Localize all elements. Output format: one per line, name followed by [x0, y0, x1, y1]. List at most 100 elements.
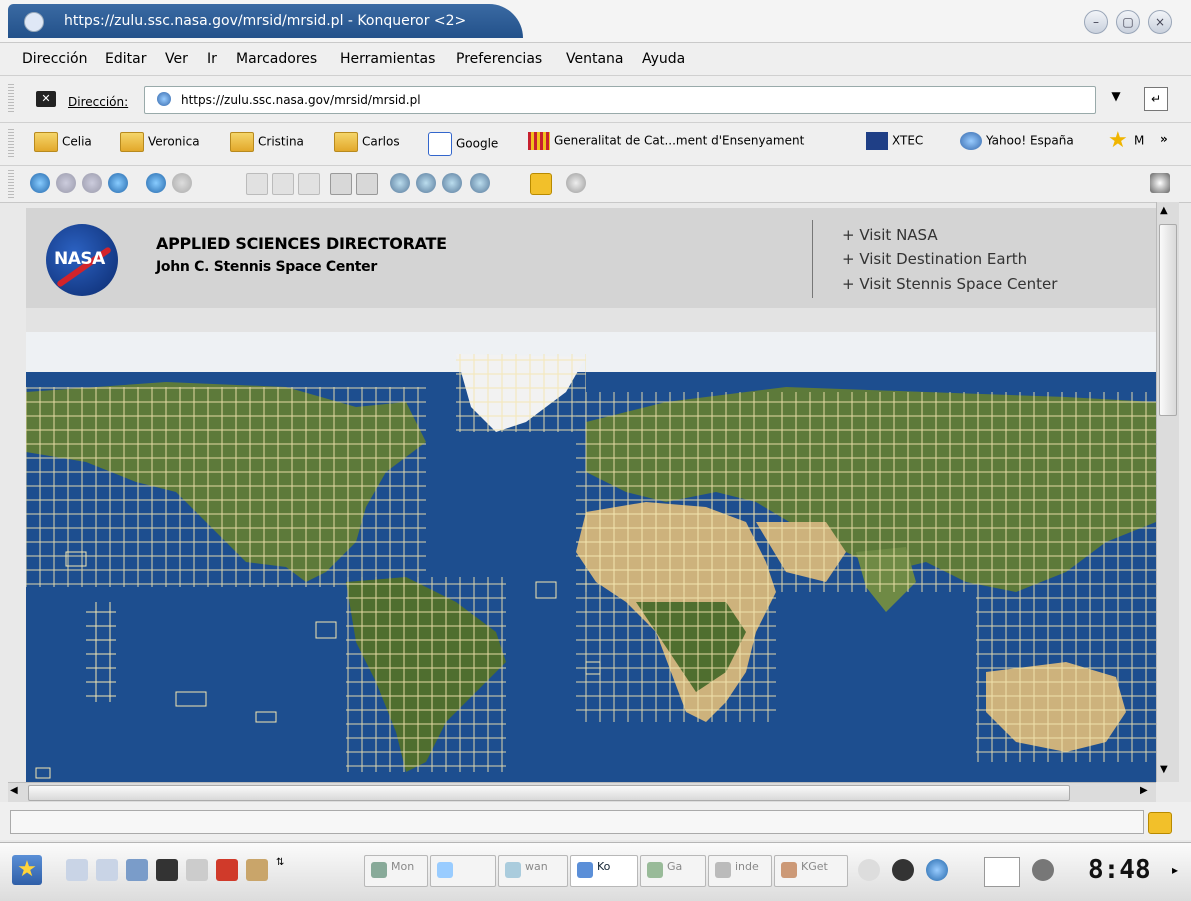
minimize-button[interactable]: – — [1084, 10, 1108, 34]
bookmark-celia[interactable]: Celia — [34, 132, 92, 156]
cut-icon[interactable] — [246, 173, 268, 195]
konqueror-throbber-icon — [1150, 173, 1170, 193]
bookmark-generalitat[interactable]: Generalitat de Cat...ment d'Ensenyament — [528, 132, 804, 156]
bookmarks-overflow-button[interactable]: » — [1160, 132, 1168, 156]
nasa-logo[interactable]: NASA — [46, 224, 118, 296]
world-map[interactable] — [26, 332, 1156, 782]
location-field[interactable] — [144, 86, 1096, 114]
zoom-in-icon[interactable] — [390, 173, 410, 193]
header-divider — [812, 220, 813, 298]
menu-ver[interactable]: Ver — [165, 51, 188, 67]
app-star-icon[interactable] — [216, 859, 238, 881]
home-folder-icon[interactable] — [96, 859, 118, 881]
close-button[interactable]: × — [1148, 10, 1172, 34]
panel-expand-icon[interactable]: ▸ — [1172, 863, 1178, 877]
location-toolbar: ✕ Dirección: ▼ ↵ — [0, 76, 1191, 123]
maximize-button[interactable]: ▢ — [1116, 10, 1140, 34]
zoom-out-icon[interactable] — [416, 173, 436, 193]
visit-destination-earth-link[interactable]: + Visit Destination Earth — [842, 250, 1027, 268]
vertical-scroll-thumb[interactable] — [1159, 224, 1177, 416]
page-header: NASA APPLIED SCIENCES DIRECTORATE John C… — [26, 208, 1156, 308]
scroll-down-icon[interactable]: ▼ — [1160, 764, 1168, 775]
senyera-icon — [528, 132, 550, 150]
terminal-icon[interactable] — [156, 859, 178, 881]
desktop-icon[interactable] — [66, 859, 88, 881]
pager-arrows-icon[interactable]: ⇅ — [276, 857, 284, 868]
bookmark-veronica[interactable]: Veronica — [120, 132, 200, 156]
status-bar — [0, 802, 1191, 840]
toolbar-handle[interactable] — [8, 170, 14, 198]
up-icon[interactable] — [82, 173, 102, 193]
scroll-up-icon[interactable]: ▲ — [1160, 205, 1168, 216]
clear-location-icon[interactable]: ✕ — [36, 91, 56, 107]
editor-icon[interactable] — [186, 859, 208, 881]
task-button[interactable]: inde — [708, 855, 772, 887]
menu-marcadores[interactable]: Marcadores — [236, 51, 317, 67]
clock[interactable]: 8:48 — [1088, 855, 1151, 885]
toolbar-handle[interactable] — [8, 84, 14, 114]
url-input[interactable] — [179, 90, 1063, 110]
task-button[interactable] — [430, 855, 496, 887]
toolbar-handle[interactable] — [8, 129, 14, 159]
window-title: https://zulu.ssc.nasa.gov/mrsid/mrsid.pl… — [64, 13, 467, 29]
scroll-right-icon[interactable]: ▶ — [1140, 785, 1148, 796]
folder-icon — [34, 132, 58, 152]
scroll-left-icon[interactable]: ◀ — [10, 785, 18, 796]
updates-tray-icon[interactable] — [926, 859, 948, 881]
menu-herramientas[interactable]: Herramientas — [340, 51, 435, 67]
task-button[interactable]: wan — [498, 855, 568, 887]
menu-ventana[interactable]: Ventana — [566, 51, 624, 67]
google-icon — [428, 132, 452, 156]
download-tray-icon[interactable] — [892, 859, 914, 881]
menu-ir[interactable]: Ir — [207, 51, 217, 67]
copy-icon[interactable] — [272, 173, 294, 195]
kmenu-star-icon[interactable]: ★ — [12, 855, 42, 885]
bookmark-yahoo[interactable]: Yahoo! España — [960, 132, 1074, 156]
print-frame-icon[interactable] — [356, 173, 378, 195]
forward-icon[interactable] — [56, 173, 76, 193]
task-button[interactable]: KGet — [774, 855, 848, 887]
tools-icon[interactable] — [246, 859, 268, 881]
stop-icon[interactable] — [172, 173, 192, 193]
tile-grid-greenland — [456, 354, 586, 432]
zoom-reset-icon[interactable] — [442, 173, 462, 193]
menu-preferencias[interactable]: Preferencias — [456, 51, 542, 67]
menu-editar[interactable]: Editar — [105, 51, 146, 67]
bookmark-cristina[interactable]: Cristina — [230, 132, 304, 156]
bookmark-google[interactable]: Google — [428, 132, 498, 156]
paste-icon[interactable] — [298, 173, 320, 195]
bookmark-carlos[interactable]: Carlos — [334, 132, 400, 156]
visit-nasa-link[interactable]: + Visit NASA — [842, 226, 938, 244]
task-button[interactable]: Ga — [640, 855, 706, 887]
window-title-tab[interactable]: https://zulu.ssc.nasa.gov/mrsid/mrsid.pl… — [8, 4, 523, 38]
location-label: Dirección: — [68, 95, 129, 109]
konqueror-icon[interactable] — [24, 12, 44, 32]
history-dropdown-icon[interactable]: ▼ — [1106, 89, 1126, 109]
klipper-icon[interactable] — [1032, 859, 1054, 881]
window-icon — [505, 862, 521, 878]
security-lock-icon[interactable] — [530, 173, 552, 195]
task-button[interactable]: Mon — [364, 855, 428, 887]
back-icon[interactable] — [30, 173, 50, 193]
horizontal-scrollbar[interactable]: ◀ ▶ — [8, 782, 1156, 803]
vertical-scrollbar[interactable]: ▲ ▼ — [1156, 202, 1179, 782]
bookmark-xtec[interactable]: XTEC — [866, 132, 923, 156]
horizontal-scroll-thumb[interactable] — [28, 785, 1070, 801]
home-icon[interactable] — [108, 173, 128, 193]
bookmark-more[interactable]: ★ M — [1108, 130, 1144, 156]
download-icon[interactable] — [566, 173, 586, 193]
task-button-active[interactable]: Ko — [570, 855, 638, 887]
ssl-lock-icon[interactable] — [1148, 812, 1172, 834]
desktop-pager[interactable] — [984, 857, 1020, 887]
visit-stennis-link[interactable]: + Visit Stennis Space Center — [842, 275, 1057, 293]
print-icon[interactable] — [330, 173, 352, 195]
find-icon[interactable] — [470, 173, 490, 193]
menu-ayuda[interactable]: Ayuda — [642, 51, 685, 67]
nasa-logo-text: NASA — [54, 249, 105, 269]
tile-grid-oceania — [976, 592, 1156, 762]
go-icon[interactable]: ↵ — [1144, 87, 1168, 111]
volume-icon[interactable] — [858, 859, 880, 881]
reload-icon[interactable] — [146, 173, 166, 193]
menu-direccion[interactable]: Dirección — [22, 51, 87, 67]
browser-icon[interactable] — [126, 859, 148, 881]
